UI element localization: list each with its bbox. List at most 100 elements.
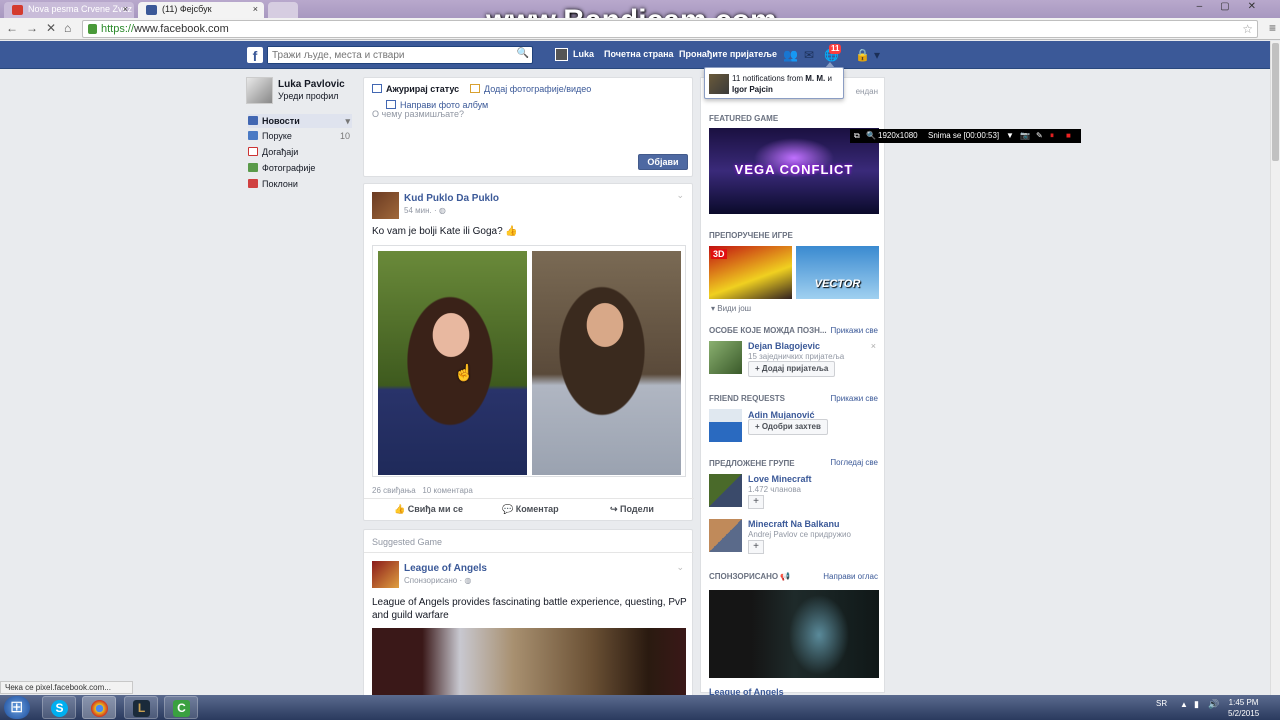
- bookmark-star-icon[interactable]: ☆: [1242, 22, 1253, 36]
- close-tab-icon[interactable]: ×: [123, 4, 128, 14]
- see-more-link[interactable]: ▾ Види још: [711, 304, 751, 313]
- post-menu-icon[interactable]: ⌄: [676, 562, 684, 573]
- avatar[interactable]: [555, 48, 568, 61]
- profile-link[interactable]: Luka: [573, 49, 594, 59]
- profile-name[interactable]: Luka Pavlovic: [278, 79, 345, 90]
- zoom-icon[interactable]: 🔍: [866, 131, 876, 140]
- pencil-icon: [372, 84, 382, 93]
- see-all-link[interactable]: Прикажи све: [831, 326, 878, 335]
- stop-icon[interactable]: ■: [1066, 131, 1071, 140]
- friend-requests-icon[interactable]: 👥: [783, 48, 798, 62]
- post-photo-2[interactable]: [532, 251, 681, 475]
- league-icon: L: [133, 700, 150, 717]
- comment-button[interactable]: 💬 Коментар: [502, 504, 559, 515]
- see-all-link[interactable]: Погледај све: [830, 458, 878, 467]
- create-ad-link[interactable]: Направи оглас: [823, 572, 878, 581]
- author-avatar[interactable]: [372, 192, 399, 219]
- taskbar-chrome[interactable]: [82, 696, 116, 719]
- game-name[interactable]: League of Angels: [404, 563, 487, 574]
- featured-game-heading: FEATURED GAME: [709, 114, 779, 123]
- mutual-friends[interactable]: 15 заједничких пријатеља: [748, 352, 844, 361]
- pen-icon[interactable]: ✎: [1036, 131, 1043, 140]
- approve-request-button[interactable]: + Одобри захтев: [748, 419, 828, 435]
- messages-icon[interactable]: ✉: [804, 48, 818, 62]
- recommended-games-heading: ПРЕПОРУЧЕНЕ ИГРЕ: [709, 231, 793, 240]
- back-icon[interactable]: ←: [6, 21, 18, 35]
- group-name[interactable]: Minecraft Na Balkanu: [748, 519, 840, 529]
- system-clock[interactable]: 1:45 PM 5/2/2015: [1228, 697, 1259, 719]
- profile-picture[interactable]: [246, 77, 273, 104]
- group-name[interactable]: Love Minecraft: [748, 474, 812, 484]
- taskbar-camtasia[interactable]: C: [164, 696, 198, 719]
- close-icon[interactable]: ×: [871, 341, 876, 351]
- volume-icon[interactable]: 🔊: [1208, 699, 1219, 710]
- game-avatar[interactable]: [372, 561, 399, 588]
- search-icon[interactable]: 🔍: [517, 48, 529, 59]
- post-time[interactable]: 54 мин. · ◍: [404, 206, 446, 215]
- search-input[interactable]: [268, 47, 508, 63]
- update-status-tab[interactable]: Ажурирај статус: [372, 84, 459, 94]
- sidebar-item-news[interactable]: Новости ▾: [248, 114, 352, 128]
- new-tab-button[interactable]: [268, 2, 298, 18]
- join-group-button[interactable]: +: [748, 495, 764, 509]
- group-activity: Andrej Pavlov се придружио: [748, 530, 851, 539]
- taskbar-skype[interactable]: S: [42, 696, 76, 719]
- language-indicator[interactable]: SR: [1156, 699, 1167, 708]
- clock-time: 1:45 PM: [1228, 698, 1259, 707]
- network-icon[interactable]: ▮: [1194, 699, 1199, 710]
- status-input[interactable]: О чему размишљате?: [372, 109, 464, 119]
- scrollbar-thumb[interactable]: [1272, 43, 1279, 161]
- like-button[interactable]: 👍 Свиђа ми се: [394, 504, 463, 515]
- post-author[interactable]: Kud Puklo Da Puklo: [404, 193, 499, 204]
- browser-menu-icon[interactable]: ≡: [1269, 21, 1276, 35]
- find-friends-link[interactable]: Пронађите пријатеље: [679, 49, 777, 59]
- search-box[interactable]: 🔍: [267, 46, 533, 64]
- group-avatar[interactable]: [709, 519, 742, 552]
- add-photos-tab[interactable]: Додај фотографије/видео: [470, 84, 591, 94]
- window-controls[interactable]: –▢✕: [1197, 1, 1274, 12]
- edit-profile-link[interactable]: Уреди профил: [278, 91, 338, 101]
- share-button[interactable]: ↪ Подели: [610, 504, 654, 515]
- person-avatar[interactable]: [709, 409, 742, 442]
- recommended-game-2[interactable]: VECTOR: [796, 246, 879, 299]
- post-stats[interactable]: 26 свиђања 10 коментара: [372, 486, 473, 495]
- taskbar-league[interactable]: L: [124, 696, 158, 719]
- pause-icon[interactable]: ⏸: [1050, 131, 1054, 141]
- person-avatar[interactable]: [709, 341, 742, 374]
- stop-icon[interactable]: ✕: [46, 21, 56, 35]
- privacy-icon[interactable]: 🔒: [855, 48, 870, 62]
- home-icon[interactable]: ⌂: [64, 21, 71, 35]
- sidebar-item-photos[interactable]: Фотографије: [248, 163, 352, 173]
- join-group-button[interactable]: +: [748, 540, 764, 554]
- post-photo-1[interactable]: ☝: [378, 251, 527, 475]
- browser-tab-facebook[interactable]: (11) Фејсбук ×: [138, 2, 264, 18]
- window-icon[interactable]: ⧉: [854, 131, 860, 141]
- camera-icon[interactable]: 📷: [1020, 131, 1030, 140]
- dropdown-icon[interactable]: ▼: [1006, 131, 1014, 140]
- close-tab-icon[interactable]: ×: [253, 4, 258, 14]
- see-all-link[interactable]: Прикажи све: [831, 394, 878, 403]
- post-button[interactable]: Објави: [638, 154, 688, 170]
- sidebar-item-messages[interactable]: Поруке 10: [248, 131, 352, 141]
- sidebar-item-caret[interactable]: ▾: [345, 116, 350, 127]
- notification-popup[interactable]: 11 notifications from M. M. и Igor Pajci…: [704, 62, 844, 99]
- game-screenshot[interactable]: [372, 628, 686, 698]
- forward-icon[interactable]: →: [26, 21, 38, 35]
- tray-expand-icon[interactable]: ▲: [1180, 700, 1188, 709]
- address-bar[interactable]: https://www.facebook.com ☆: [82, 20, 1258, 38]
- tab-label: (11) Фејсбук: [162, 4, 212, 14]
- facebook-logo[interactable]: f: [247, 47, 263, 64]
- account-menu-icon[interactable]: ▾: [874, 48, 888, 62]
- post-menu-icon[interactable]: ⌄: [676, 190, 684, 201]
- start-button[interactable]: [4, 696, 30, 719]
- recommended-game-1[interactable]: 3D: [709, 246, 792, 299]
- status-composer: Ажурирај статус Додај фотографије/видео …: [363, 77, 693, 177]
- person-name[interactable]: Dejan Blagojevic: [748, 341, 820, 351]
- browser-tab-youtube[interactable]: Nova pesma Crvene Zvez ×: [4, 2, 134, 18]
- group-avatar[interactable]: [709, 474, 742, 507]
- sidebar-item-events[interactable]: Догађаји: [248, 147, 352, 157]
- ad-image[interactable]: [709, 590, 879, 678]
- sidebar-item-gifts[interactable]: Поклони: [248, 179, 352, 189]
- home-link[interactable]: Почетна страна: [604, 49, 674, 59]
- add-friend-button[interactable]: + Додај пријатеља: [748, 361, 836, 377]
